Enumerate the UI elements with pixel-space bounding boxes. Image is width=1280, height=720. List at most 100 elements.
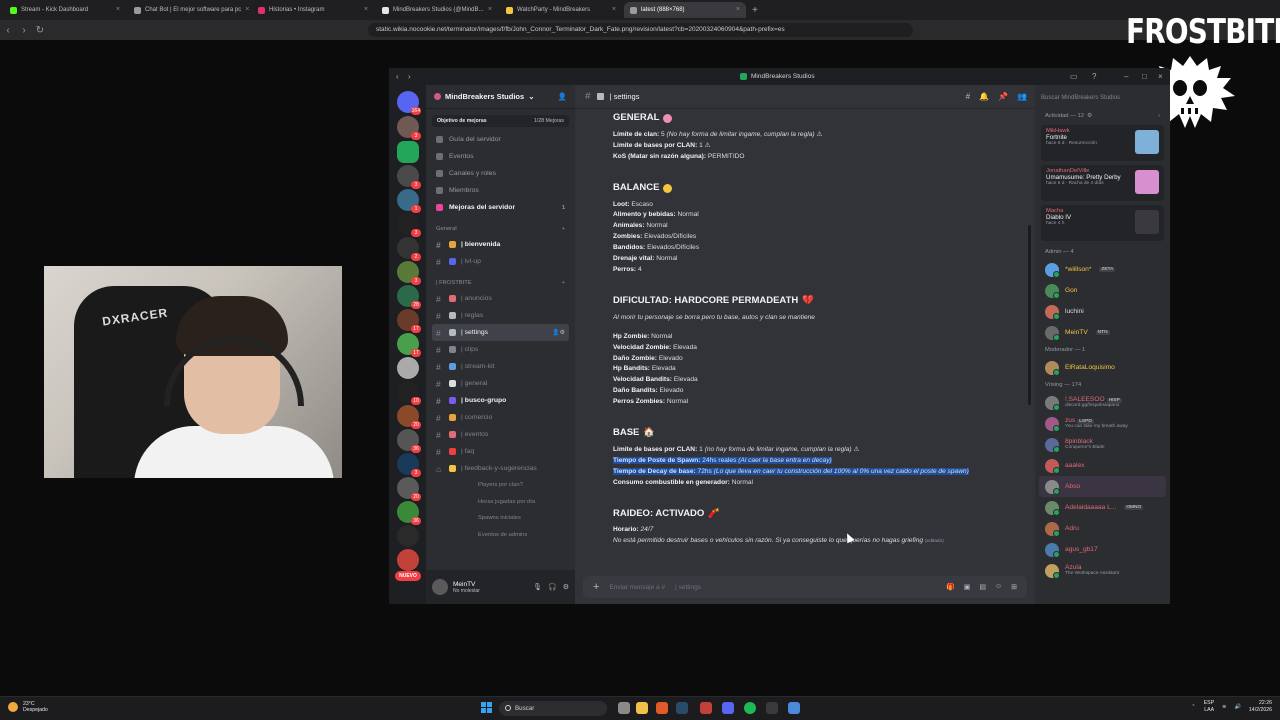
member-item[interactable]: agus_gb17 [1035,539,1170,560]
obs-icon[interactable] [766,702,778,714]
server-icon[interactable]: 28 [397,285,421,309]
app-icon[interactable] [700,702,712,714]
server-icon-active[interactable] [397,141,419,163]
channel-general[interactable]: # | general [432,375,569,392]
thread-item[interactable]: Players por clan? [426,477,575,494]
server-icon[interactable]: 17 [397,309,421,333]
gif-icon[interactable]: ▣ [964,583,971,591]
member-item[interactable]: *wiillson* ZETA [1035,259,1170,280]
channel-anuncios[interactable]: # | anuncios [432,290,569,307]
brave-icon[interactable] [656,702,668,714]
headphones-icon[interactable]: 🎧 [548,583,557,591]
nav-canales-roles[interactable]: Canales y roles [426,165,575,182]
channel-eventos[interactable]: # | eventos [432,426,569,443]
emoji-icon[interactable]: ☺ [995,583,1002,591]
channel-stream-kit[interactable]: # | stream-kit [432,358,569,375]
member-item[interactable]: Gon [1035,280,1170,301]
new-tab-button[interactable]: + [752,5,758,16]
channel-settings[interactable]: # | settings 👤⚙ [432,324,569,341]
member-item[interactable]: aaalex [1035,455,1170,476]
direct-messages-icon[interactable]: 164 [397,91,421,115]
threads-icon[interactable]: # [966,92,970,101]
server-icon[interactable]: 3 [397,116,421,140]
forward-icon[interactable]: › [16,25,32,36]
bell-icon[interactable]: 🔔 [979,92,989,101]
channel-lvl-up[interactable]: # | lvl-up [432,253,569,270]
windows-start-icon[interactable] [481,702,493,714]
discord-icon[interactable] [722,702,734,714]
server-icon[interactable]: 10 [397,381,421,405]
add-channel-icon[interactable]: + [562,226,565,232]
nav-forward-icon[interactable]: › [408,72,411,81]
taskbar-search[interactable]: Buscar [499,701,607,716]
inbox-icon[interactable]: ▭ [1070,72,1078,81]
server-icon[interactable]: 3 [397,213,421,237]
server-icon[interactable]: 3 [397,261,421,285]
speaker-icon[interactable]: 🔊 [1234,704,1240,710]
member-item[interactable]: luchini [1035,301,1170,322]
browser-tab[interactable]: Stream - Kick Dashboard × [4,2,126,18]
browser-tab[interactable]: Historias • Instagram × [252,2,374,18]
thread-item[interactable]: Horas jugadas por día [426,494,575,511]
weather-widget[interactable]: 23°C Despejado [8,701,48,713]
boost-goal[interactable]: Objetivo de mejoras 1/28 Mejoras [432,115,569,127]
channel-comercio[interactable]: # | comercio [432,409,569,426]
channel-clips[interactable]: # | clips [432,341,569,358]
pin-icon[interactable]: 📌 [998,92,1008,101]
add-attachment-icon[interactable]: + [593,581,599,593]
server-icon[interactable]: 2 [397,237,421,261]
server-icon[interactable]: 36 [397,501,421,525]
server-icon[interactable] [397,549,419,571]
channel-settings-icon[interactable]: 👤⚙ [552,329,565,336]
server-icon[interactable]: 3 [397,453,421,477]
avatar[interactable] [432,579,448,595]
member-item[interactable]: Adru [1035,518,1170,539]
nav-guia[interactable]: Guía del servidor [426,131,575,148]
microphone-icon[interactable]: 🎙 [533,583,542,591]
close-tab-icon[interactable]: × [364,2,368,18]
server-header[interactable]: MindBreakers Studios ⌄ 👤 [426,85,575,109]
server-icon[interactable]: 1 [397,189,421,213]
minimize-icon[interactable]: – [1124,72,1128,81]
nav-eventos[interactable]: Eventos [426,148,575,165]
thread-item[interactable]: Spawns iniciales [426,510,575,527]
channel-faq[interactable]: # | faq [432,443,569,460]
channel-reglas[interactable]: # | reglas [432,307,569,324]
close-tab-icon[interactable]: × [488,2,492,18]
member-item[interactable]: zus LSPD You can take my breath away. [1035,413,1170,434]
notes-icon[interactable] [788,702,800,714]
sticker-icon[interactable]: ▤ [979,583,986,591]
add-channel-icon[interactable]: + [562,280,565,286]
server-icon[interactable]: 3 [397,165,421,189]
category-frostbite[interactable]: | FROSTBITE + [426,276,575,290]
thread-item[interactable]: Eventos de admins [426,527,575,544]
gift-icon[interactable]: 🎁 [946,583,955,591]
spotify-icon[interactable] [744,702,756,714]
browser-tab[interactable]: MindBreakers Studios (@MindB... × [376,2,498,18]
nav-mejoras[interactable]: Mejoras del servidor 1 [426,199,575,216]
server-icon[interactable]: 20 [397,405,421,429]
nav-back-icon[interactable]: ‹ [396,72,399,81]
steam-icon[interactable] [676,702,688,714]
nav-miembros[interactable]: Miembros [426,182,575,199]
member-item[interactable]: Azula The Workspace Assistant [1035,560,1170,581]
server-icon[interactable] [397,357,419,379]
activity-card[interactable]: JonathanDelVille Umamusume: Pretty Derby… [1041,165,1164,201]
close-tab-icon[interactable]: × [736,2,740,18]
file-explorer-icon[interactable] [636,702,648,714]
member-item[interactable]: MeinTV NTN [1035,322,1170,343]
activity-card[interactable]: Macha Diablo IV hace 4 h [1041,205,1164,241]
maximize-icon[interactable]: □ [1142,72,1147,81]
browser-tab-active[interactable]: latest (888×768) × [624,2,746,18]
channel-feedback[interactable]: ⌂ | feedback-y-sugerencias [432,460,569,477]
back-icon[interactable]: ‹ [0,25,16,36]
url-field[interactable]: static.wikia.nocookie.net/terminator/ima… [368,23,913,37]
activity-card[interactable]: MikHawk Fortnite hace 6 d · Resurrección [1041,125,1164,161]
channel-busco-grupo[interactable]: # | busco-grupo [432,392,569,409]
member-list-icon[interactable]: 👥 [1017,92,1027,101]
help-icon[interactable]: ? [1092,72,1096,81]
server-icon[interactable]: 36 [397,429,421,453]
gear-icon[interactable]: ⚙ [563,583,569,591]
member-item-hovered[interactable]: Abso [1039,476,1166,497]
category-general[interactable]: General + [426,222,575,236]
